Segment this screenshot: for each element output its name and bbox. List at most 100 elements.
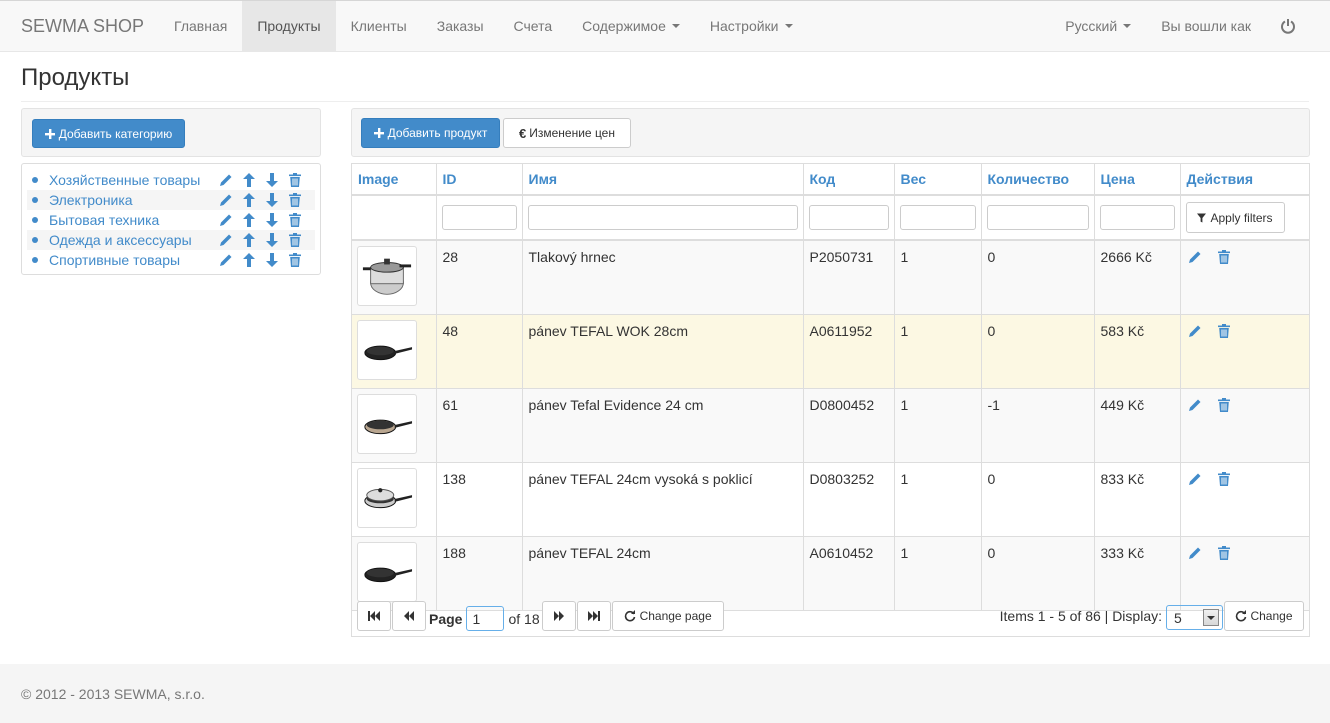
change-display-button[interactable]: Change — [1224, 600, 1304, 631]
delete-icon[interactable] — [288, 173, 302, 187]
actions-cell — [1180, 462, 1309, 537]
delete-icon[interactable] — [1217, 398, 1231, 412]
edit-icon[interactable] — [1188, 472, 1202, 486]
quantity-cell: 0 — [981, 462, 1095, 537]
delete-icon[interactable] — [1217, 472, 1231, 486]
edit-icon[interactable] — [1188, 324, 1202, 338]
display-count-select[interactable]: 5 — [1166, 605, 1223, 630]
edit-icon[interactable] — [1188, 546, 1202, 560]
delete-icon[interactable] — [288, 233, 302, 247]
nav-home-label: Главная — [174, 18, 228, 34]
filter-code-input[interactable] — [808, 205, 889, 230]
edit-icon[interactable] — [1188, 398, 1202, 412]
logout-button[interactable] — [1266, 1, 1330, 51]
weight-cell: 1 — [894, 240, 982, 315]
nav-content-dropdown[interactable]: Содержимое — [567, 1, 695, 51]
filter-price-input[interactable] — [1099, 205, 1175, 230]
product-thumbnail[interactable] — [357, 468, 417, 528]
nav-products[interactable]: Продукты — [242, 1, 336, 51]
name-cell: pánev TEFAL WOK 28cm — [522, 314, 804, 389]
category-link[interactable]: Электроника — [49, 192, 219, 208]
col-header-id[interactable]: ID — [436, 164, 523, 196]
change-page-button[interactable]: Change page — [611, 600, 724, 631]
table-row[interactable]: 48 pánev TEFAL WOK 28cm A0611952 1 0 583 Kč — [352, 314, 1309, 389]
col-header-name[interactable]: Имя — [522, 164, 804, 196]
filter-name-input[interactable] — [527, 205, 798, 230]
move-down-icon[interactable] — [265, 253, 279, 267]
price-change-button[interactable]: € Изменение цен — [503, 118, 631, 148]
code-cell: D0803252 — [803, 462, 895, 537]
page-number-input[interactable]: 1 — [466, 606, 505, 631]
category-link[interactable]: Бытовая техника — [49, 212, 219, 228]
apply-filters-label: Apply filters — [1210, 210, 1273, 225]
change-display-label: Change — [1250, 608, 1293, 623]
delete-icon[interactable] — [1217, 546, 1231, 560]
delete-icon[interactable] — [1217, 250, 1231, 264]
caret-down-icon — [671, 24, 680, 28]
pagination-bar: Page 1 of 18 Change page Items 1 - 5 of … — [352, 594, 1309, 637]
move-up-icon[interactable] — [242, 233, 256, 247]
product-thumbnail[interactable] — [357, 320, 417, 380]
nav-invoices[interactable]: Счета — [499, 1, 568, 51]
delete-icon[interactable] — [1217, 324, 1231, 338]
nav-settings-dropdown[interactable]: Настройки — [695, 1, 808, 51]
product-thumbnail[interactable] — [357, 246, 417, 306]
logged-in-as-link[interactable]: Вы вошли как — [1146, 1, 1266, 51]
edit-icon[interactable] — [1188, 250, 1202, 264]
move-down-icon[interactable] — [265, 213, 279, 227]
price-change-label: Изменение цен — [529, 126, 615, 140]
col-header-code[interactable]: Код — [803, 164, 895, 196]
category-link[interactable]: Одежда и аксессуары — [49, 232, 219, 248]
next-page-button[interactable] — [541, 600, 576, 631]
category-toolbar: Добавить категорию — [21, 108, 321, 157]
col-header-image[interactable]: Image — [352, 164, 437, 196]
filter-quantity-input[interactable] — [986, 205, 1089, 230]
nav-clients[interactable]: Клиенты — [336, 1, 422, 51]
brand-logo[interactable]: SEWMA SHOP — [0, 1, 159, 51]
category-item: Электроника — [27, 190, 315, 210]
edit-icon[interactable] — [219, 173, 233, 187]
add-product-button[interactable]: Добавить продукт — [361, 118, 500, 148]
col-header-price[interactable]: Цена — [1094, 164, 1181, 196]
move-up-icon[interactable] — [242, 173, 256, 187]
bullet-icon — [32, 217, 38, 223]
move-up-icon[interactable] — [242, 193, 256, 207]
product-thumbnail[interactable] — [357, 542, 417, 602]
first-page-icon — [368, 610, 380, 621]
delete-icon[interactable] — [288, 253, 302, 267]
code-cell: A0611952 — [803, 314, 895, 389]
delete-icon[interactable] — [288, 213, 302, 227]
last-page-button[interactable] — [576, 600, 611, 631]
category-link[interactable]: Спортивные товары — [49, 252, 219, 268]
move-down-icon[interactable] — [265, 233, 279, 247]
edit-icon[interactable] — [219, 213, 233, 227]
table-row[interactable]: 28 Tlakový hrnec P2050731 1 0 2666 Kč — [352, 240, 1309, 315]
category-link[interactable]: Хозяйственные товары — [49, 172, 219, 188]
add-category-button[interactable]: Добавить категорию — [32, 119, 185, 148]
col-header-weight[interactable]: Вес — [894, 164, 982, 196]
title-divider — [21, 101, 1309, 102]
edit-icon[interactable] — [219, 193, 233, 207]
filter-weight-input[interactable] — [899, 205, 976, 230]
apply-filters-button[interactable]: Apply filters — [1185, 202, 1285, 233]
id-cell: 61 — [436, 388, 523, 463]
delete-icon[interactable] — [288, 193, 302, 207]
product-thumbnail[interactable] — [357, 394, 417, 454]
edit-icon[interactable] — [219, 253, 233, 267]
filter-id-input[interactable] — [441, 205, 517, 230]
name-cell: Tlakový hrnec — [522, 240, 804, 315]
move-down-icon[interactable] — [265, 173, 279, 187]
move-up-icon[interactable] — [242, 213, 256, 227]
prev-page-button[interactable] — [392, 600, 426, 631]
table-row[interactable]: 61 pánev Tefal Evidence 24 cm D0800452 1 -1 4… — [352, 388, 1309, 463]
logged-in-label: Вы вошли как — [1161, 18, 1251, 34]
nav-home[interactable]: Главная — [159, 1, 242, 51]
nav-orders[interactable]: Заказы — [422, 1, 499, 51]
move-down-icon[interactable] — [265, 193, 279, 207]
move-up-icon[interactable] — [242, 253, 256, 267]
edit-icon[interactable] — [219, 233, 233, 247]
first-page-button[interactable] — [357, 600, 391, 631]
table-row[interactable]: 138 pánev TEFAL 24cm vysoká s poklicí D080… — [352, 462, 1309, 537]
col-header-quantity[interactable]: Количество — [981, 164, 1095, 196]
language-dropdown[interactable]: Русский — [1050, 1, 1146, 51]
